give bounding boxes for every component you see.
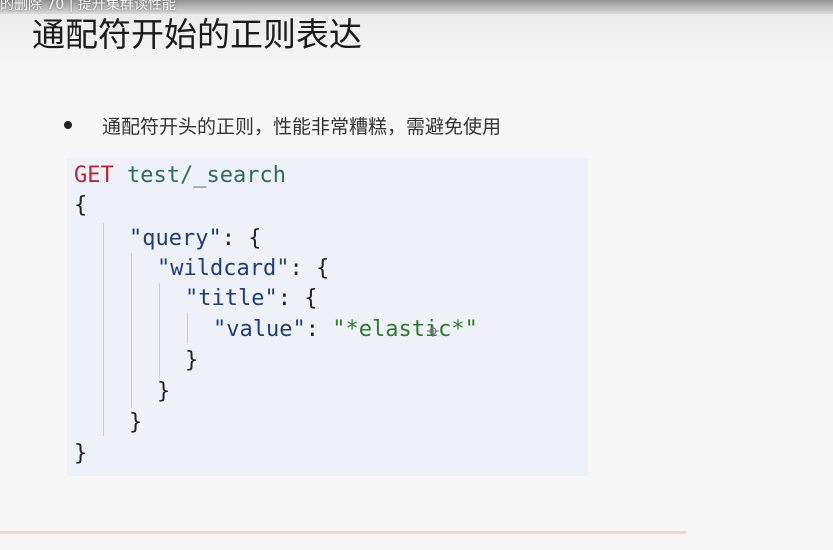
code-line-1: GET test/_search	[74, 161, 286, 191]
query-key: "query"	[129, 226, 222, 251]
http-method: GET	[74, 163, 114, 188]
colon-brace: : {	[277, 286, 318, 311]
colon: :	[305, 317, 333, 342]
wildcard-key: "wildcard"	[157, 256, 290, 281]
slide-title: 通配符开始的正则表达	[32, 15, 362, 54]
close-brace: }	[157, 379, 171, 404]
code-line-3: "query": {	[129, 224, 261, 254]
bullet-dot	[64, 121, 72, 129]
title-key: "title"	[185, 286, 278, 311]
value-string: "*elastic*"	[332, 317, 478, 342]
indent-guide	[187, 313, 188, 343]
close-brace: }	[185, 348, 199, 373]
open-brace: {	[74, 193, 88, 218]
code-line-7: }	[185, 346, 198, 376]
indent-guide	[131, 253, 132, 408]
indent-guide	[159, 283, 160, 378]
bottom-divider	[0, 531, 686, 534]
colon-brace: : {	[289, 256, 330, 281]
close-brace: }	[74, 441, 88, 466]
bullet-text: 通配符开头的正则，性能非常糟糕，需避免使用	[102, 116, 502, 138]
mouse-cursor-icon	[427, 325, 439, 337]
code-line-4: "wildcard": {	[157, 254, 329, 284]
request-path: test/_search	[127, 163, 286, 188]
code-line-10: }	[74, 439, 87, 469]
code-line-2: {	[74, 191, 87, 221]
code-line-8: }	[157, 377, 170, 407]
code-line-9: }	[129, 408, 142, 438]
close-brace: }	[129, 410, 143, 435]
slide: 的删除 70 | 提升集群读性能 通配符开始的正则表达 通配符开头的正则，性能非…	[0, 0, 833, 550]
colon-brace: : {	[221, 226, 262, 251]
code-line-5: "title": {	[185, 284, 317, 314]
code-block: GET test/_search { "query": { "wildcard"…	[67, 158, 588, 476]
indent-guide	[103, 223, 104, 436]
value-key: "value"	[213, 317, 306, 342]
